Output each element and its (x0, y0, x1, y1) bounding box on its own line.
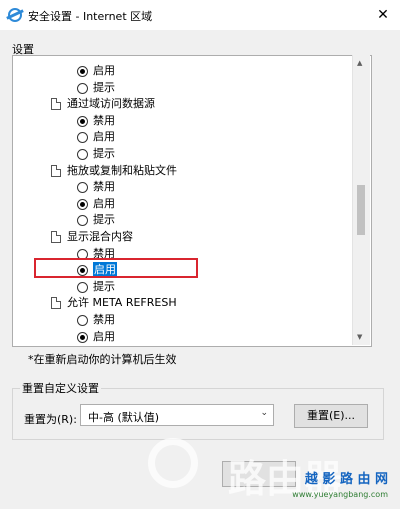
internet-explorer-icon (8, 8, 22, 22)
setting-label: 提示 (93, 279, 115, 293)
setting-label: 提示 (93, 213, 115, 227)
reset-button[interactable]: 重置(E)... (294, 404, 368, 428)
settings-scrollbar[interactable]: ▲ ▼ (352, 55, 370, 345)
radio-selected[interactable] (77, 66, 88, 77)
setting-label: 禁用 (93, 313, 115, 326)
setting-label: 允许 Microsoft Web 浏览器控件的脚本 (67, 345, 262, 346)
setting-document-icon (51, 164, 61, 177)
setting-item: 允许 META REFRESH (13, 295, 353, 311)
brand-text: 越 影 路 由 网 (304, 472, 388, 487)
setting-label: 启用 (93, 196, 115, 210)
watermark-logo-icon (148, 438, 198, 488)
setting-label: 拖放或复制和粘贴文件 (67, 163, 177, 177)
annotation-highlight (34, 258, 198, 278)
setting-item: 拖放或复制和粘贴文件 (13, 163, 353, 179)
reset-level-value: 中-高 (默认值) (88, 411, 160, 424)
setting-option[interactable]: 启用 (13, 196, 353, 212)
scroll-down-icon[interactable]: ▼ (357, 333, 362, 341)
title-bar: 安全设置 - Internet 区域 ✕ (0, 0, 400, 30)
setting-label: 启用 (93, 64, 115, 77)
window-title: 安全设置 - Internet 区域 (28, 10, 153, 23)
radio-unselected[interactable] (77, 215, 88, 227)
scrollbar-thumb[interactable] (357, 185, 365, 235)
setting-option[interactable]: 禁用 (13, 312, 353, 328)
setting-label: 启用 (93, 329, 115, 343)
setting-option[interactable]: 启用 (13, 129, 353, 145)
setting-document-icon (51, 297, 61, 310)
setting-item: 显示混合内容 (13, 229, 353, 245)
brand-url: www.yueyangbang.com (292, 490, 388, 499)
setting-option[interactable]: 提示 (13, 212, 353, 228)
setting-label: 禁用 (93, 180, 115, 194)
radio-selected[interactable] (77, 331, 88, 343)
radio-selected[interactable] (77, 198, 88, 210)
radio-unselected[interactable] (77, 281, 88, 293)
restart-note: *在重新启动你的计算机后生效 (28, 353, 177, 366)
setting-label: 显示混合内容 (67, 230, 133, 243)
chevron-down-icon: ⌄ (260, 408, 268, 418)
setting-label: 提示 (93, 80, 115, 94)
setting-item: 允许 Microsoft Web 浏览器控件的脚本 (13, 345, 353, 346)
setting-option[interactable]: 提示 (13, 146, 353, 162)
setting-document-icon (51, 231, 61, 243)
setting-document-icon (51, 98, 61, 111)
radio-selected[interactable] (77, 115, 88, 127)
scroll-up-icon[interactable]: ▲ (357, 59, 362, 67)
setting-option[interactable]: 禁用 (13, 113, 353, 129)
setting-label: 允许 META REFRESH (67, 296, 177, 310)
setting-item: 通过域访问数据源 (13, 96, 353, 112)
radio-unselected[interactable] (77, 182, 88, 194)
setting-option[interactable]: 提示 (13, 80, 353, 96)
reset-level-select[interactable]: 中-高 (默认值) ⌄ (80, 404, 274, 426)
setting-option[interactable]: 提示 (13, 279, 353, 295)
close-icon[interactable]: ✕ (372, 4, 394, 26)
radio-unselected[interactable] (77, 82, 88, 94)
setting-option[interactable]: 禁用 (13, 179, 353, 195)
settings-list[interactable]: 启用 提示 通过域访问数据源 禁用 启用 提示 拖放或复制和粘贴文件 禁用 启用 提示 显示混合内容… (12, 55, 372, 347)
setting-label: 启用 (93, 130, 115, 144)
radio-unselected[interactable] (77, 315, 88, 326)
setting-option[interactable]: 启用 (13, 329, 353, 345)
radio-unselected[interactable] (77, 149, 88, 160)
reset-group-title: 重置自定义设置 (20, 380, 101, 396)
setting-option[interactable]: 启用 (13, 63, 353, 79)
setting-label: 禁用 (93, 113, 115, 127)
radio-unselected[interactable] (77, 132, 88, 144)
reset-label: 重置为(R): (24, 413, 77, 426)
setting-label: 提示 (93, 147, 115, 160)
setting-label: 通过域访问数据源 (67, 97, 155, 111)
